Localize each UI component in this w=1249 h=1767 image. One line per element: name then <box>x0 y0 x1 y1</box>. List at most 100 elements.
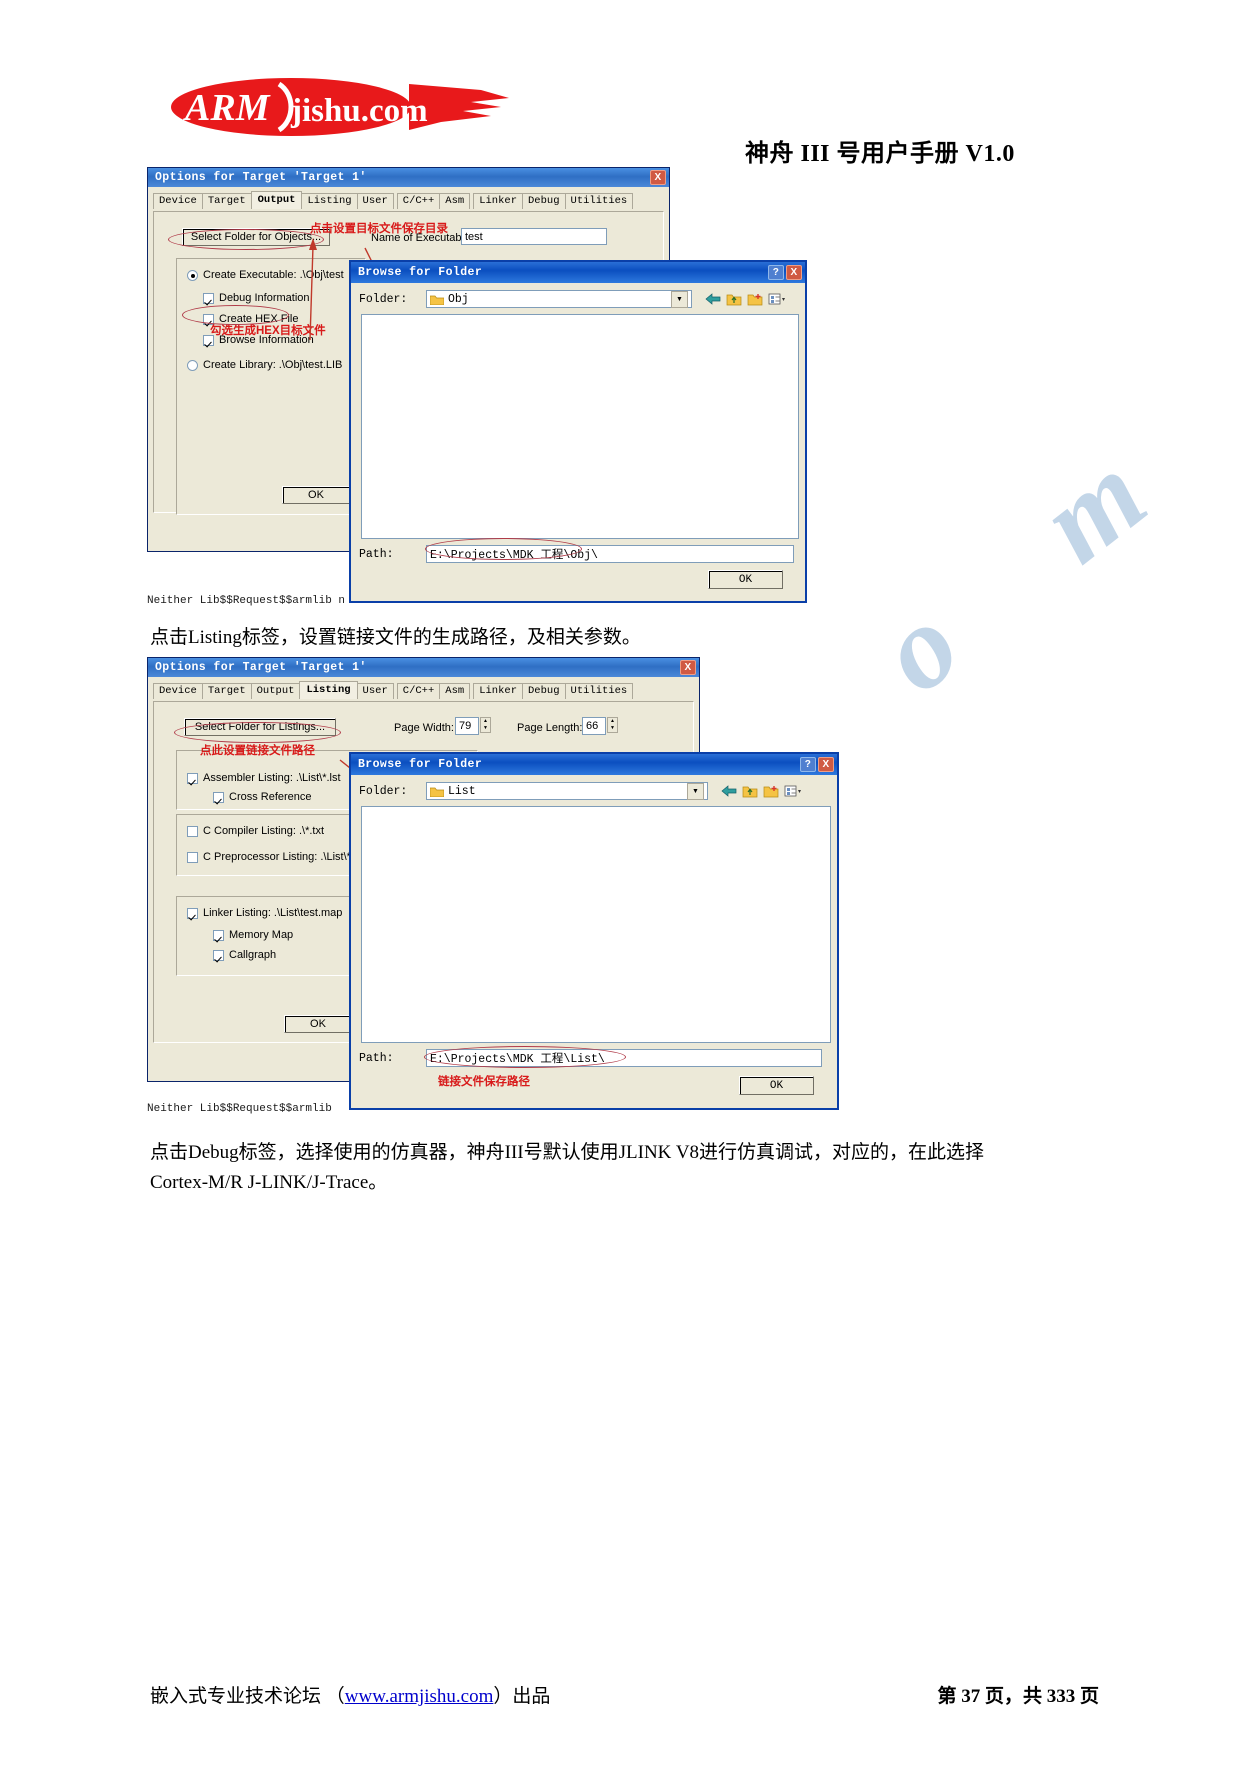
options-tabstrip-output: Device Target Output Listing User C/C++ … <box>153 191 669 209</box>
titlebar-buttons: X <box>650 170 666 185</box>
page-width-label: Page Width: <box>394 722 454 734</box>
chevron-down-icon[interactable]: ▼ <box>687 782 704 800</box>
up-folder-icon[interactable] <box>726 292 742 306</box>
tab-cpp-2[interactable]: C/C++ <box>396 683 441 699</box>
new-folder-icon[interactable] <box>747 292 763 306</box>
new-folder-icon[interactable] <box>763 784 779 798</box>
watermark-char: o <box>855 577 983 718</box>
titlebar-buttons-2: X <box>680 660 696 675</box>
options-dialog-title: Options for Target 'Target 1' <box>155 171 367 184</box>
name-of-executable-input[interactable]: test <box>461 228 607 245</box>
c-compiler-listing-checkbox[interactable] <box>187 825 198 837</box>
select-folder-for-listings-button[interactable]: Select Folder for Listings... <box>184 718 336 736</box>
tab-debug-2[interactable]: Debug <box>522 683 566 699</box>
tab-asm[interactable]: Asm <box>439 193 471 209</box>
close-icon[interactable]: X <box>680 660 696 675</box>
tab-device-2[interactable]: Device <box>153 683 203 699</box>
page-header-title: 神舟 III 号用户手册 V1.0 <box>745 141 1015 167</box>
path-label-1: Path: <box>359 547 394 561</box>
tab-user[interactable]: User <box>356 193 394 209</box>
folder-combobox-2[interactable]: List ▼ <box>426 782 708 800</box>
annotation-create-hex: 勾选生成HEX目标文件 <box>210 325 326 337</box>
options-ok-button-2[interactable]: OK <box>284 1015 352 1033</box>
browse-ok-button-2[interactable]: OK <box>739 1076 814 1095</box>
page-length-stepper[interactable]: ▲ ▼ <box>607 717 618 733</box>
folder-icon <box>430 295 444 305</box>
close-icon[interactable]: X <box>650 170 666 185</box>
output-options-group: Create Executable: .\Obj\test Debug Info… <box>176 258 366 515</box>
annotation-set-object-dir: 点击设置目标文件保存目录 <box>310 223 448 235</box>
tab-cpp[interactable]: C/C++ <box>396 193 441 209</box>
options-dialog-title-2: Options for Target 'Target 1' <box>155 661 367 674</box>
memory-map-checkbox[interactable] <box>213 929 224 941</box>
tab-output-2[interactable]: Output <box>250 683 301 699</box>
browse-path-row-2: Path: E:\Projects\MDK 工程\List\ <box>359 1049 833 1067</box>
footer-link[interactable]: www.armjishu.com <box>345 1686 494 1707</box>
tab-device[interactable]: Device <box>153 193 203 209</box>
cross-reference-checkbox[interactable] <box>213 791 224 803</box>
views-icon[interactable] <box>784 784 802 798</box>
paragraph-1: 点击Listing标签，设置链接文件的生成路径，及相关参数。 <box>150 627 641 648</box>
help-icon[interactable]: ? <box>800 757 816 772</box>
back-arrow-icon[interactable] <box>721 784 737 798</box>
page-footer: 嵌入式专业技术论坛 （www.armjishu.com）出品 第 37 页，共 … <box>0 1647 1249 1767</box>
folder-icon <box>430 787 444 797</box>
paragraph-2-line-2: Cortex-M/R J-LINK/J-Trace。 <box>150 1172 388 1193</box>
select-folder-for-objects-button[interactable]: Select Folder for Objects... <box>182 228 330 246</box>
close-icon[interactable]: X <box>818 757 834 772</box>
views-icon[interactable] <box>768 292 786 306</box>
tab-debug[interactable]: Debug <box>522 193 566 209</box>
chevron-down-icon[interactable]: ▼ <box>671 290 688 308</box>
svg-text:jishu.com: jishu.com <box>290 93 428 129</box>
create-library-radio[interactable] <box>187 359 198 371</box>
browse-dialog-titlebar-2: Browse for Folder ? X <box>351 754 837 775</box>
callgraph-checkbox[interactable] <box>213 949 224 961</box>
browse-dialog-title-1: Browse for Folder <box>358 266 483 279</box>
page-width-stepper[interactable]: ▲ ▼ <box>480 717 491 733</box>
folder-tree-listbox-1[interactable] <box>361 314 799 539</box>
debug-information-label: Debug Information <box>219 292 310 304</box>
assembler-listing-checkbox[interactable] <box>187 772 198 784</box>
tab-utilities[interactable]: Utilities <box>564 193 634 209</box>
close-icon[interactable]: X <box>786 265 802 280</box>
help-icon[interactable]: ? <box>768 265 784 280</box>
tab-linker-2[interactable]: Linker <box>473 683 523 699</box>
footer-suffix: ）出品 <box>493 1686 551 1707</box>
back-arrow-icon[interactable] <box>705 292 721 306</box>
c-preprocessor-listing-checkbox[interactable] <box>187 851 198 863</box>
tab-target[interactable]: Target <box>201 193 252 209</box>
footer-prefix: 嵌入式专业技术论坛 （ <box>150 1686 345 1707</box>
create-library-label: Create Library: .\Obj\test.LIB <box>203 359 343 371</box>
titlebar-buttons-3: ? X <box>800 757 834 772</box>
page-width-input[interactable]: 79 <box>455 717 479 735</box>
folder-combobox-value-2: List <box>448 784 476 798</box>
svg-text:ARM: ARM <box>183 87 271 129</box>
tab-target-2[interactable]: Target <box>201 683 252 699</box>
create-executable-radio[interactable] <box>187 269 198 281</box>
document-page: m o c . ARM jishu.com 神舟 III 号用户手册 V1.0 … <box>0 0 1249 1767</box>
tab-listing-2[interactable]: Listing <box>299 681 358 699</box>
folder-combobox-1[interactable]: Obj ▼ <box>426 290 692 308</box>
path-input-1[interactable]: E:\Projects\MDK 工程\Obj\ <box>426 545 794 563</box>
folder-label-1: Folder: <box>359 292 408 306</box>
options-ok-button-1[interactable]: OK <box>282 486 350 504</box>
tab-utilities-2[interactable]: Utilities <box>564 683 634 699</box>
browse-ok-button-1[interactable]: OK <box>708 570 783 589</box>
debug-information-checkbox[interactable] <box>203 292 214 304</box>
tab-output[interactable]: Output <box>250 191 303 209</box>
tab-listing[interactable]: Listing <box>301 193 358 209</box>
page-length-input[interactable]: 66 <box>582 717 606 735</box>
tab-asm-2[interactable]: Asm <box>439 683 471 699</box>
options-dialog-titlebar-2: Options for Target 'Target 1' X <box>148 658 699 677</box>
folder-tree-listbox-2[interactable] <box>361 806 831 1043</box>
up-folder-icon[interactable] <box>742 784 758 798</box>
browse-dialog-title-2: Browse for Folder <box>358 758 483 771</box>
tab-linker[interactable]: Linker <box>473 193 523 209</box>
linker-listing-checkbox[interactable] <box>187 907 198 919</box>
path-input-2[interactable]: E:\Projects\MDK 工程\List\ <box>426 1049 822 1067</box>
tab-user-2[interactable]: User <box>356 683 394 699</box>
assembler-listing-label: Assembler Listing: .\List\*.lst <box>203 772 341 784</box>
options-dialog-titlebar: Options for Target 'Target 1' X <box>148 168 669 187</box>
browse-toolbar-1 <box>705 292 786 306</box>
browse-folder-row-2: Folder: List ▼ <box>359 782 833 800</box>
